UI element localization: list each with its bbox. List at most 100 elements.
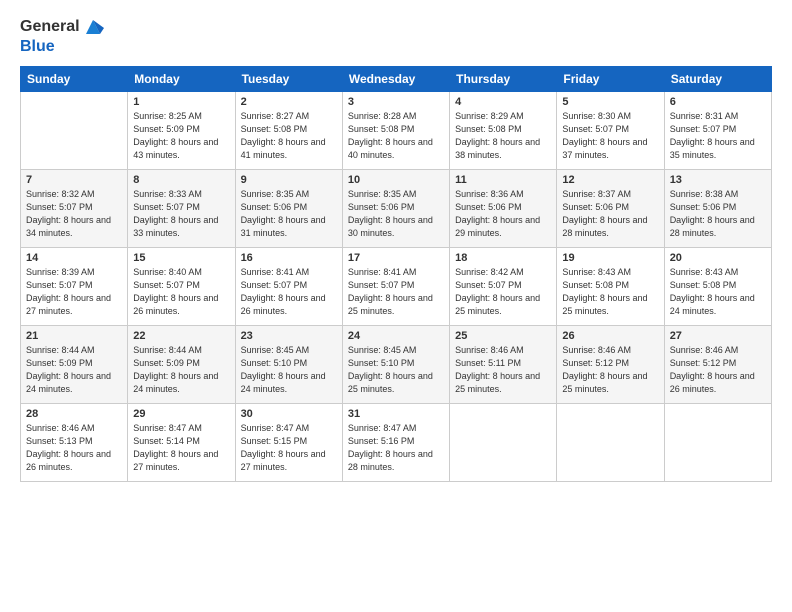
day-info: Sunrise: 8:38 AMSunset: 5:06 PMDaylight:…	[670, 188, 766, 240]
calendar-cell	[450, 404, 557, 482]
day-info: Sunrise: 8:44 AMSunset: 5:09 PMDaylight:…	[133, 344, 229, 396]
day-number: 22	[133, 330, 229, 342]
weekday-header-sunday: Sunday	[21, 67, 128, 92]
calendar-cell: 2 Sunrise: 8:27 AMSunset: 5:08 PMDaylight…	[235, 92, 342, 170]
calendar-cell	[664, 404, 771, 482]
day-info: Sunrise: 8:45 AMSunset: 5:10 PMDaylight:…	[348, 344, 444, 396]
day-info: Sunrise: 8:37 AMSunset: 5:06 PMDaylight:…	[562, 188, 658, 240]
week-row-4: 28 Sunrise: 8:46 AMSunset: 5:13 PMDayligh…	[21, 404, 772, 482]
weekday-header-wednesday: Wednesday	[342, 67, 449, 92]
calendar-cell: 19 Sunrise: 8:43 AMSunset: 5:08 PMDayligh…	[557, 248, 664, 326]
day-info: Sunrise: 8:25 AMSunset: 5:09 PMDaylight:…	[133, 110, 229, 162]
week-row-1: 7 Sunrise: 8:32 AMSunset: 5:07 PMDaylight…	[21, 170, 772, 248]
calendar-cell: 28 Sunrise: 8:46 AMSunset: 5:13 PMDayligh…	[21, 404, 128, 482]
day-number: 6	[670, 96, 766, 108]
day-number: 11	[455, 174, 551, 186]
week-row-3: 21Sunrise: 8:44 AMSunset: 5:09 PMDayligh…	[21, 326, 772, 404]
calendar-cell: 20 Sunrise: 8:43 AMSunset: 5:08 PMDayligh…	[664, 248, 771, 326]
calendar-cell: 16Sunrise: 8:41 AMSunset: 5:07 PMDayligh…	[235, 248, 342, 326]
day-number: 17	[348, 252, 444, 264]
calendar-cell: 22 Sunrise: 8:44 AMSunset: 5:09 PMDayligh…	[128, 326, 235, 404]
logo-general-text: General	[20, 18, 80, 36]
day-info: Sunrise: 8:30 AMSunset: 5:07 PMDaylight:…	[562, 110, 658, 162]
day-number: 13	[670, 174, 766, 186]
day-info: Sunrise: 8:45 AMSunset: 5:10 PMDaylight:…	[241, 344, 337, 396]
calendar-cell: 31 Sunrise: 8:47 AMSunset: 5:16 PMDayligh…	[342, 404, 449, 482]
week-row-2: 14Sunrise: 8:39 AMSunset: 5:07 PMDayligh…	[21, 248, 772, 326]
day-number: 27	[670, 330, 766, 342]
day-number: 5	[562, 96, 658, 108]
day-number: 15	[133, 252, 229, 264]
day-info: Sunrise: 8:27 AMSunset: 5:08 PMDaylight:…	[241, 110, 337, 162]
day-number: 10	[348, 174, 444, 186]
day-number: 2	[241, 96, 337, 108]
day-number: 3	[348, 96, 444, 108]
day-info: Sunrise: 8:41 AMSunset: 5:07 PMDaylight:…	[348, 266, 444, 318]
calendar-cell: 11 Sunrise: 8:36 AMSunset: 5:06 PMDayligh…	[450, 170, 557, 248]
day-number: 9	[241, 174, 337, 186]
day-number: 31	[348, 408, 444, 420]
day-info: Sunrise: 8:29 AMSunset: 5:08 PMDaylight:…	[455, 110, 551, 162]
day-info: Sunrise: 8:47 AMSunset: 5:15 PMDaylight:…	[241, 422, 337, 474]
day-info: Sunrise: 8:47 AMSunset: 5:14 PMDaylight:…	[133, 422, 229, 474]
day-info: Sunrise: 8:32 AMSunset: 5:07 PMDaylight:…	[26, 188, 122, 240]
calendar-table: SundayMondayTuesdayWednesdayThursdayFrid…	[20, 66, 772, 482]
day-number: 1	[133, 96, 229, 108]
day-info: Sunrise: 8:28 AMSunset: 5:08 PMDaylight:…	[348, 110, 444, 162]
calendar-cell	[557, 404, 664, 482]
day-number: 19	[562, 252, 658, 264]
calendar-cell: 26 Sunrise: 8:46 AMSunset: 5:12 PMDayligh…	[557, 326, 664, 404]
day-info: Sunrise: 8:35 AMSunset: 5:06 PMDaylight:…	[241, 188, 337, 240]
day-number: 20	[670, 252, 766, 264]
calendar-cell: 4 Sunrise: 8:29 AMSunset: 5:08 PMDaylight…	[450, 92, 557, 170]
day-info: Sunrise: 8:35 AMSunset: 5:06 PMDaylight:…	[348, 188, 444, 240]
logo-blue-text: Blue	[20, 38, 104, 56]
day-info: Sunrise: 8:42 AMSunset: 5:07 PMDaylight:…	[455, 266, 551, 318]
day-info: Sunrise: 8:46 AMSunset: 5:13 PMDaylight:…	[26, 422, 122, 474]
page: General Blue SundayMondayTuesdayWednesda…	[0, 0, 792, 612]
calendar-cell: 3 Sunrise: 8:28 AMSunset: 5:08 PMDaylight…	[342, 92, 449, 170]
day-info: Sunrise: 8:46 AMSunset: 5:11 PMDaylight:…	[455, 344, 551, 396]
calendar-cell: 18 Sunrise: 8:42 AMSunset: 5:07 PMDayligh…	[450, 248, 557, 326]
day-number: 18	[455, 252, 551, 264]
day-number: 28	[26, 408, 122, 420]
calendar-cell: 13 Sunrise: 8:38 AMSunset: 5:06 PMDayligh…	[664, 170, 771, 248]
day-number: 8	[133, 174, 229, 186]
calendar-cell: 14Sunrise: 8:39 AMSunset: 5:07 PMDayligh…	[21, 248, 128, 326]
day-number: 7	[26, 174, 122, 186]
day-number: 26	[562, 330, 658, 342]
calendar-cell: 29 Sunrise: 8:47 AMSunset: 5:14 PMDayligh…	[128, 404, 235, 482]
header: General Blue	[20, 16, 772, 56]
day-number: 25	[455, 330, 551, 342]
day-info: Sunrise: 8:43 AMSunset: 5:08 PMDaylight:…	[670, 266, 766, 318]
calendar-cell: 6 Sunrise: 8:31 AMSunset: 5:07 PMDaylight…	[664, 92, 771, 170]
day-info: Sunrise: 8:41 AMSunset: 5:07 PMDaylight:…	[241, 266, 337, 318]
calendar-cell: 12Sunrise: 8:37 AMSunset: 5:06 PMDayligh…	[557, 170, 664, 248]
day-info: Sunrise: 8:31 AMSunset: 5:07 PMDaylight:…	[670, 110, 766, 162]
week-row-0: 1 Sunrise: 8:25 AMSunset: 5:09 PMDaylight…	[21, 92, 772, 170]
calendar-cell: 30 Sunrise: 8:47 AMSunset: 5:15 PMDayligh…	[235, 404, 342, 482]
calendar-cell: 5 Sunrise: 8:30 AMSunset: 5:07 PMDaylight…	[557, 92, 664, 170]
day-info: Sunrise: 8:43 AMSunset: 5:08 PMDaylight:…	[562, 266, 658, 318]
day-info: Sunrise: 8:46 AMSunset: 5:12 PMDaylight:…	[562, 344, 658, 396]
calendar-cell: 15Sunrise: 8:40 AMSunset: 5:07 PMDayligh…	[128, 248, 235, 326]
calendar-cell	[21, 92, 128, 170]
calendar-cell: 8 Sunrise: 8:33 AMSunset: 5:07 PMDaylight…	[128, 170, 235, 248]
day-number: 14	[26, 252, 122, 264]
logo-icon	[82, 16, 104, 38]
calendar-cell: 9 Sunrise: 8:35 AMSunset: 5:06 PMDaylight…	[235, 170, 342, 248]
day-info: Sunrise: 8:33 AMSunset: 5:07 PMDaylight:…	[133, 188, 229, 240]
weekday-header-tuesday: Tuesday	[235, 67, 342, 92]
day-number: 29	[133, 408, 229, 420]
day-info: Sunrise: 8:47 AMSunset: 5:16 PMDaylight:…	[348, 422, 444, 474]
day-number: 4	[455, 96, 551, 108]
day-number: 30	[241, 408, 337, 420]
calendar-cell: 10 Sunrise: 8:35 AMSunset: 5:06 PMDayligh…	[342, 170, 449, 248]
weekday-header-friday: Friday	[557, 67, 664, 92]
day-number: 24	[348, 330, 444, 342]
day-info: Sunrise: 8:44 AMSunset: 5:09 PMDaylight:…	[26, 344, 122, 396]
day-info: Sunrise: 8:36 AMSunset: 5:06 PMDaylight:…	[455, 188, 551, 240]
calendar-cell: 21Sunrise: 8:44 AMSunset: 5:09 PMDayligh…	[21, 326, 128, 404]
calendar-cell: 24 Sunrise: 8:45 AMSunset: 5:10 PMDayligh…	[342, 326, 449, 404]
calendar-cell: 27Sunrise: 8:46 AMSunset: 5:12 PMDayligh…	[664, 326, 771, 404]
